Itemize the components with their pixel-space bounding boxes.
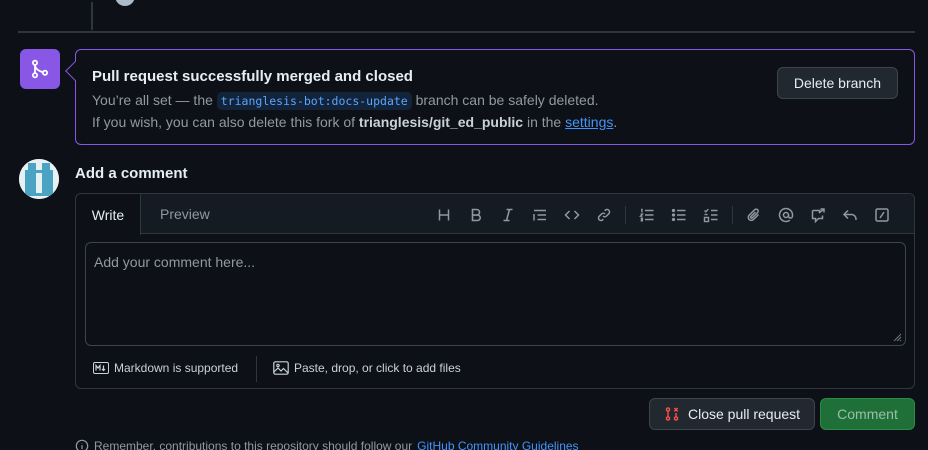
- previous-avatar: [115, 0, 135, 6]
- comment-placeholder: Add your comment here...: [94, 254, 256, 270]
- resize-handle-icon[interactable]: [892, 332, 902, 342]
- info-icon: [75, 439, 89, 450]
- footer-divider: [256, 356, 257, 382]
- editor-footer: Markdown is supported Paste, drop, or cl…: [76, 352, 914, 388]
- italic-icon[interactable]: [497, 204, 519, 226]
- numbered-list-icon[interactable]: [636, 204, 658, 226]
- avatar[interactable]: [19, 159, 59, 199]
- markdown-note-text: Markdown is supported: [114, 361, 239, 375]
- community-guidelines-link[interactable]: GitHub Community Guidelines: [417, 439, 578, 450]
- fork-message-middle: in the: [526, 114, 562, 130]
- git-merge-icon: [20, 49, 60, 89]
- comment-editor: Write Preview Add your comment here... M…: [75, 193, 915, 389]
- branch-name-chip[interactable]: trianglesis-bot:docs-update: [216, 92, 412, 110]
- tab-write[interactable]: Write: [76, 194, 141, 235]
- comment-button[interactable]: Comment: [820, 398, 915, 430]
- cross-reference-icon[interactable]: [807, 204, 829, 226]
- code-icon[interactable]: [561, 204, 583, 226]
- mention-icon[interactable]: [775, 204, 797, 226]
- bold-icon[interactable]: [465, 204, 487, 226]
- quote-icon[interactable]: [529, 204, 551, 226]
- fork-repo-name: trianglesis/git_ed_public: [358, 114, 524, 130]
- heading-icon[interactable]: [433, 204, 455, 226]
- add-comment-heading: Add a comment: [75, 165, 188, 182]
- attach-note-text: Paste, drop, or click to add files: [294, 361, 461, 375]
- markdown-icon: [93, 362, 109, 374]
- comment-textarea[interactable]: Add your comment here...: [85, 242, 906, 346]
- timeline-line: [91, 2, 93, 30]
- fork-message-end: .: [613, 114, 618, 130]
- guidelines-text: Remember, contributions to this reposito…: [94, 439, 413, 450]
- merge-message-suffix: branch can be safely deleted.: [415, 92, 599, 108]
- timeline-divider: [18, 31, 915, 33]
- merge-status-message: You’re all set — the trianglesis-bot:doc…: [92, 92, 599, 110]
- delete-branch-button[interactable]: Delete branch: [776, 67, 898, 99]
- markdown-toolbar: [433, 204, 903, 226]
- markdown-supported-note[interactable]: Markdown is supported: [93, 361, 238, 375]
- attach-icon[interactable]: [743, 204, 765, 226]
- settings-link[interactable]: settings: [565, 114, 613, 130]
- task-list-icon[interactable]: [700, 204, 722, 226]
- editor-header: Write Preview: [76, 194, 914, 235]
- merge-status-box: Pull request successfully merged and clo…: [65, 49, 915, 145]
- attach-files-button[interactable]: Paste, drop, or click to add files: [273, 361, 461, 375]
- merge-message-prefix: You’re all set — the: [92, 92, 213, 108]
- link-icon[interactable]: [593, 204, 615, 226]
- close-pr-label: Close pull request: [687, 406, 801, 422]
- page-frame: Pull request successfully merged and clo…: [2, 0, 926, 450]
- close-pull-request-button[interactable]: Close pull request: [649, 398, 815, 430]
- image-icon: [273, 361, 289, 375]
- fork-delete-message: If you wish, you can also delete this fo…: [92, 114, 617, 130]
- saved-reply-icon[interactable]: [839, 204, 861, 226]
- toolbar-divider: [625, 206, 626, 224]
- pull-request-closed-icon: [665, 407, 679, 421]
- toolbar-divider: [732, 206, 733, 224]
- guidelines-note: Remember, contributions to this reposito…: [75, 439, 579, 450]
- tab-preview[interactable]: Preview: [160, 206, 210, 222]
- slash-command-icon[interactable]: [871, 204, 893, 226]
- fork-message-prefix: If you wish, you can also delete this fo…: [92, 114, 356, 130]
- merge-box-pointer: [65, 61, 85, 81]
- bullet-list-icon[interactable]: [668, 204, 690, 226]
- merge-status-title: Pull request successfully merged and clo…: [92, 68, 413, 85]
